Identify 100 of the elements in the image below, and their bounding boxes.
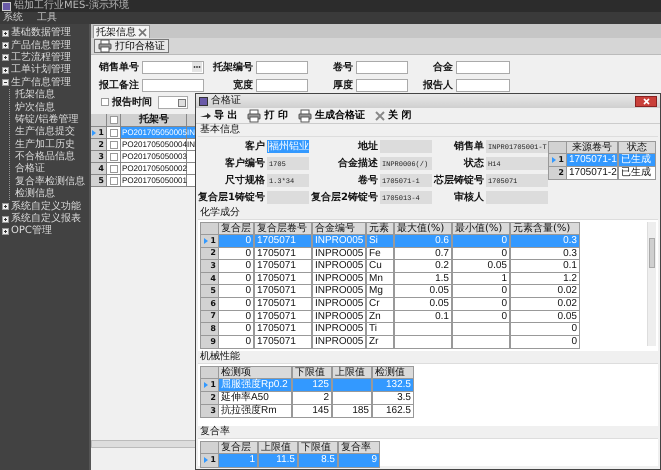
table-cell: INPRO005 — [313, 235, 367, 247]
row-number: 3 — [210, 260, 216, 272]
row-number: 2 — [210, 392, 216, 404]
table-cell: INPRO005 — [313, 310, 367, 322]
tree-item[interactable]: 托架信息 — [15, 89, 55, 102]
table-cell: 0 — [219, 235, 255, 247]
table-cell: INPRO005 — [313, 298, 367, 310]
row-number: 4 — [98, 163, 104, 174]
row-number: 2 — [558, 166, 564, 179]
table-cell: 0.05 — [395, 285, 453, 297]
row-number: 4 — [210, 272, 216, 285]
field-label: 客户编号 — [224, 156, 265, 170]
table-cell: 0 — [219, 260, 255, 272]
tree-item[interactable]: 工艺流程管理 — [11, 52, 71, 64]
table-cell: Zr — [367, 336, 395, 348]
table-cell: 1705071 — [255, 272, 313, 284]
table-cell: 0.1 — [395, 310, 453, 322]
tree-item[interactable]: OPC管理 — [11, 225, 52, 238]
table-cell-text: 0 — [570, 336, 578, 348]
table-cell-text: 0 — [570, 323, 578, 335]
table-cell: 8.5 — [299, 454, 339, 467]
field-label: 复合层1铸锭号 — [198, 190, 265, 204]
table-cell: 0.05 — [453, 260, 511, 272]
table-cell: INPRO005 — [313, 336, 367, 348]
row-number: 6 — [210, 298, 216, 310]
column-header: 复合率 — [340, 442, 372, 454]
field-label: 合金描述 — [336, 156, 378, 170]
table-cell: Mg — [367, 285, 395, 297]
toolbar-button[interactable]: 生成合格证 — [296, 108, 367, 122]
column-header: 元素含量(%) — [512, 223, 572, 234]
tree-item[interactable]: 检测信息 — [15, 188, 55, 200]
row-number: 1 — [210, 379, 216, 392]
table-cell: 11.5 — [259, 454, 299, 467]
table-cell: 1705071 — [255, 336, 313, 348]
row-number: 5 — [210, 285, 216, 298]
tree-item[interactable]: 基础数据管理 — [11, 27, 71, 40]
tree-item[interactable]: 复合率检测信息 — [15, 176, 85, 188]
table-cell: 0 — [453, 235, 511, 247]
print-certificate-button[interactable]: 打印合格证 — [94, 39, 169, 53]
table-cell: 0 — [219, 336, 255, 348]
field-label: 地址 — [356, 140, 378, 153]
table-cell: 0 — [453, 298, 511, 310]
table-cell-text: 162.5 — [384, 404, 412, 418]
tree-item[interactable]: 炉次信息 — [15, 102, 55, 114]
column-header: 检测值 — [374, 367, 406, 378]
menu-item[interactable]: 工具 — [37, 12, 57, 24]
field-label: 复合层2铸锭号 — [310, 190, 378, 204]
row-number: 8 — [210, 322, 216, 335]
table-cell: Cr — [367, 298, 395, 310]
table-cell: 2 — [293, 392, 333, 404]
field-label: 宽度 — [232, 78, 253, 92]
field-label: 审核人 — [452, 190, 484, 204]
table-cell: 0 — [453, 285, 511, 297]
table-cell: 屈服强度Rp0.2 — [219, 379, 293, 391]
table-cell: Mn — [367, 272, 395, 284]
table-cell: 1705071 — [255, 235, 313, 247]
table-cell: 0.05 — [395, 298, 453, 310]
table-cell: 已生成 — [619, 154, 655, 166]
row-number: 3 — [210, 404, 216, 417]
tree-item[interactable]: 不合格品信息 — [15, 151, 75, 164]
tree-item[interactable]: 工单计划管理 — [11, 64, 71, 76]
table-cell: 1705071 — [255, 248, 313, 260]
field-label: 芯层铸锭号 — [434, 174, 484, 187]
table-cell-text: 1.2 — [562, 272, 578, 284]
table-cell: Cu — [367, 260, 395, 272]
table-cell-text: 0.02 — [556, 285, 578, 297]
tree-item[interactable]: 合格证 — [15, 163, 45, 176]
tree-item[interactable]: 系统自定义报表 — [11, 213, 81, 226]
table-cell: 1705071 — [255, 260, 313, 272]
tree-item[interactable]: 产品信息管理 — [11, 40, 71, 52]
toolbar-button[interactable]: 打 印 — [245, 108, 290, 122]
table-cell-text: 0.05 — [556, 310, 578, 322]
row-number: 1 — [210, 234, 216, 247]
table-cell-text: 0.02 — [556, 298, 578, 310]
table-cell: 1 — [219, 454, 259, 467]
table-cell-text: 已生成 — [620, 166, 652, 180]
field-label: 状态 — [462, 156, 484, 170]
tree-item[interactable]: 生产加工历史 — [15, 138, 75, 151]
section-title: 化学成分 — [200, 207, 240, 218]
tree-item[interactable]: 系统自定义功能 — [11, 200, 81, 213]
toolbar-button[interactable]: 导 出 — [198, 110, 240, 122]
table-cell: 1705071 — [255, 323, 313, 335]
field-label: 尺寸规格 — [224, 174, 265, 187]
tree-item[interactable]: 生产信息管理 — [11, 76, 71, 89]
field-label: 报工备注 — [98, 78, 139, 92]
table-cell: 0.2 — [395, 260, 453, 272]
tree-item[interactable]: 生产信息提交 — [15, 126, 75, 138]
section-title: 复合率 — [200, 426, 230, 438]
row-number: 2 — [210, 247, 216, 260]
field-label: 销售单号 — [98, 60, 139, 74]
column-header: 状态 — [626, 142, 648, 153]
table-cell: 0 — [453, 248, 511, 260]
menu-item[interactable]: 系统 — [3, 12, 23, 24]
table-cell: 1705071 — [255, 310, 313, 322]
tab[interactable]: 托架信息 — [93, 25, 150, 38]
toolbar-button[interactable]: 关 闭 — [372, 110, 414, 122]
tree-item[interactable]: 铸锭/铝卷管理 — [15, 114, 78, 126]
table-cell: Si — [367, 235, 395, 247]
table-cell: 0 — [219, 310, 255, 322]
row-number: 1 — [98, 127, 104, 138]
